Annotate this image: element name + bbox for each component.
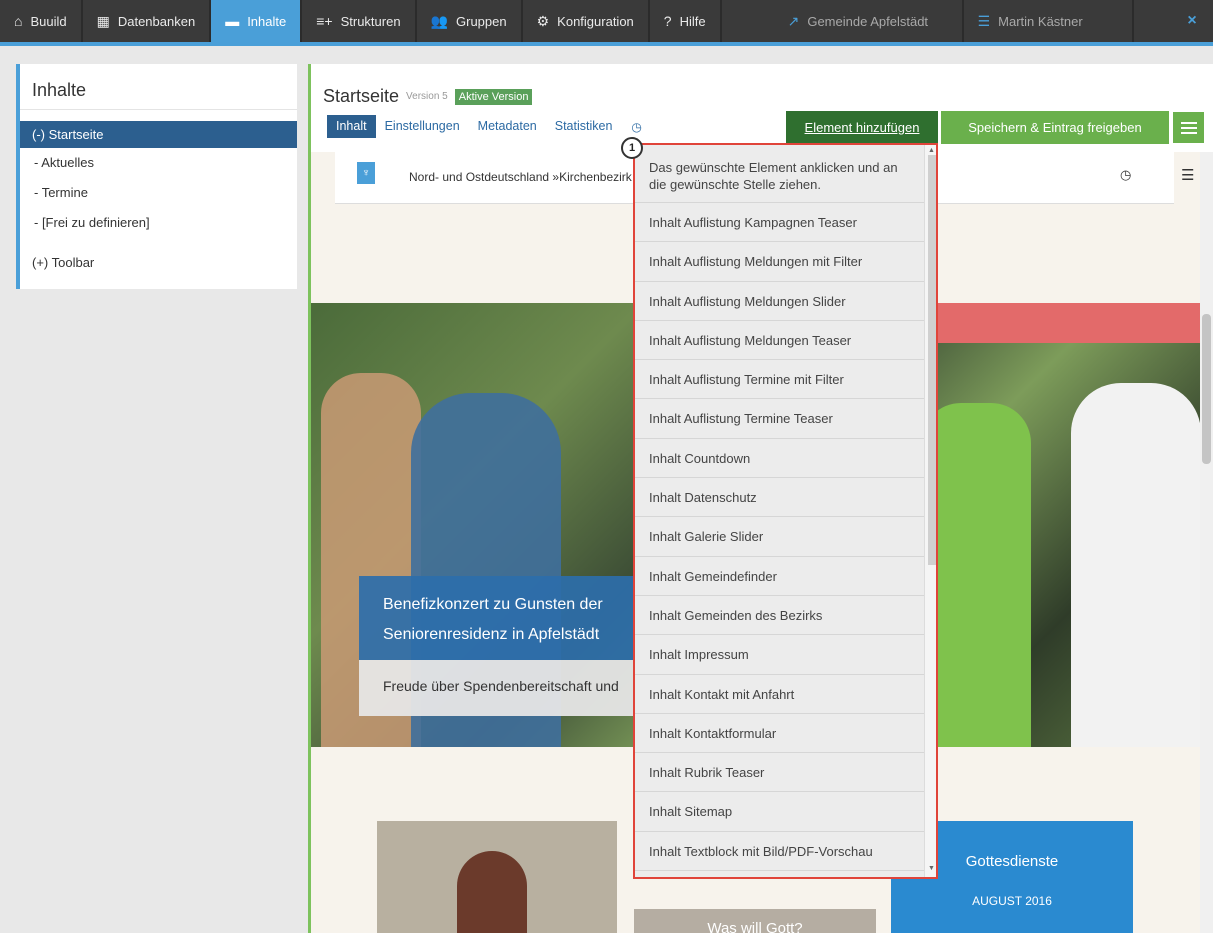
element-option[interactable]: Inhalt Auflistung Termine Teaser xyxy=(635,399,924,439)
nav-community-label: Gemeinde Apfelstädt xyxy=(807,13,929,29)
callout-marker: 1 xyxy=(621,137,643,159)
element-option[interactable]: Inhalt Auflistung Meldungen mit Filter xyxy=(635,242,924,282)
element-list: Das gewünschte Element anklicken und an … xyxy=(635,145,924,877)
element-option[interactable]: Inhalt Datenschutz xyxy=(635,478,924,518)
scroll-thumb[interactable] xyxy=(1202,314,1211,464)
tab-metadaten[interactable]: Metadaten xyxy=(469,115,546,138)
gear-icon: ⚙ xyxy=(536,13,550,29)
save-release-button[interactable]: Speichern & Eintrag freigeben xyxy=(941,111,1169,144)
nav-user-label: Martin Kästner xyxy=(998,13,1083,29)
nav-groups-label: Gruppen xyxy=(456,13,507,29)
users-icon: 👥 xyxy=(430,13,449,29)
nav-accent-stripe xyxy=(0,42,1213,46)
folder-icon: ▬ xyxy=(225,13,240,29)
tab-statistiken[interactable]: Statistiken xyxy=(546,115,622,138)
tab-einstellungen[interactable]: Einstellungen xyxy=(376,115,469,138)
history-icon[interactable]: ◷ xyxy=(621,120,651,134)
dropdown-scrollbar[interactable]: ▲ ▼ xyxy=(924,145,936,877)
element-option[interactable]: Inhalt Impressum xyxy=(635,635,924,675)
hero-tent xyxy=(911,303,1201,343)
page-scrollbar[interactable] xyxy=(1200,152,1213,933)
teaser-card-image[interactable] xyxy=(377,821,617,933)
element-option[interactable]: Inhalt Sitemap xyxy=(635,792,924,832)
nav-contents[interactable]: ▬ Inhalte xyxy=(211,0,303,42)
home-icon: ⌂ xyxy=(14,13,23,29)
structure-icon: ≡+ xyxy=(316,13,333,29)
element-option[interactable]: Inhalt Auflistung Kampagnen Teaser xyxy=(635,203,924,243)
scroll-down-icon[interactable]: ▼ xyxy=(928,865,935,872)
share-icon: ↗ xyxy=(787,13,800,29)
tree-item-frei[interactable]: - [Frei zu definieren] xyxy=(20,208,297,238)
top-navigation: ⌂ Buuild ▦ Datenbanken ▬ Inhalte ≡+ Stru… xyxy=(0,0,1213,42)
teaser-card-gott[interactable]: Was will Gott? xyxy=(634,909,876,933)
element-option[interactable]: Inhalt Auflistung Meldungen Slider xyxy=(635,282,924,321)
editor-tabs: Inhalt Einstellungen Metadaten Statistik… xyxy=(327,115,652,138)
element-option[interactable]: Inhalt Textblock mit Bild/PDF-Vorschau xyxy=(635,832,924,872)
scroll-up-icon[interactable]: ▲ xyxy=(928,147,935,154)
help-icon: ? xyxy=(663,13,672,29)
tree-item-termine[interactable]: - Termine xyxy=(20,178,297,208)
nav-user[interactable]: ☰ Martin Kästner xyxy=(964,0,1134,42)
tree-item-startseite[interactable]: (-) Startseite xyxy=(20,121,297,148)
page-title: Startseite Version 5 Aktive Version xyxy=(323,86,533,107)
hero-figure xyxy=(1071,383,1201,747)
element-option[interactable]: Inhalt Gemeindefinder xyxy=(635,557,924,596)
content-tree-panel: Inhalte (-) Startseite - Aktuelles - Ter… xyxy=(16,64,297,289)
portrait-shape xyxy=(457,851,527,933)
clock-icon[interactable]: ◷ xyxy=(1120,167,1131,183)
site-menu-icon[interactable]: ☰ xyxy=(1181,166,1194,184)
nav-configuration[interactable]: ⚙ Konfiguration xyxy=(523,0,650,42)
picker-hint: Das gewünschte Element anklicken und an … xyxy=(635,145,924,203)
version-label: Version 5 xyxy=(406,91,448,102)
add-element-button[interactable]: Element hinzufügen xyxy=(786,111,938,144)
nav-configuration-label: Konfiguration xyxy=(557,13,634,29)
element-option[interactable]: Inhalt Kontakt mit Anfahrt xyxy=(635,675,924,714)
status-badge: Aktive Version xyxy=(454,88,533,105)
scroll-thumb[interactable] xyxy=(928,155,936,565)
element-option[interactable]: Inhalt Auflistung Termine mit Filter xyxy=(635,360,924,400)
nav-databases-label: Datenbanken xyxy=(117,13,196,29)
nav-structures[interactable]: ≡+ Strukturen xyxy=(302,0,417,42)
nav-databases[interactable]: ▦ Datenbanken xyxy=(83,0,212,42)
element-option[interactable]: Inhalt Gemeinden des Bezirks xyxy=(635,596,924,636)
element-picker-dropdown: Das gewünschte Element anklicken und an … xyxy=(633,143,938,879)
tree-item-aktuelles[interactable]: - Aktuelles xyxy=(20,148,297,178)
nav-community[interactable]: ↗ Gemeinde Apfelstädt xyxy=(774,0,964,42)
hamburger-menu-icon[interactable] xyxy=(1172,111,1205,144)
nav-groups[interactable]: 👥 Gruppen xyxy=(417,0,523,42)
content-tree-title: Inhalte xyxy=(20,64,297,110)
calendar-icon: ▦ xyxy=(96,13,110,29)
page-title-text: Startseite xyxy=(323,86,400,106)
tab-inhalt[interactable]: Inhalt xyxy=(327,115,376,138)
element-option[interactable]: Inhalt Countdown xyxy=(635,439,924,479)
nav-home[interactable]: ⌂ Buuild xyxy=(0,0,83,42)
tree-item-toolbar[interactable]: (+) Toolbar xyxy=(20,248,297,278)
nav-help[interactable]: ? Hilfe xyxy=(650,0,722,42)
menu-icon: ☰ xyxy=(977,13,991,29)
site-logo-icon: ♆ xyxy=(357,162,375,184)
nav-structures-label: Strukturen xyxy=(340,13,401,29)
close-icon[interactable]: × xyxy=(1171,0,1213,42)
nav-contents-label: Inhalte xyxy=(247,13,287,29)
nav-help-label: Hilfe xyxy=(679,13,706,29)
element-option[interactable]: Inhalt Rubrik Teaser xyxy=(635,753,924,793)
nav-home-label: Buuild xyxy=(30,13,67,29)
element-option[interactable]: Inhalt Galerie Slider xyxy=(635,517,924,557)
element-option[interactable]: Inhalt Kontaktformular xyxy=(635,714,924,754)
site-breadcrumb[interactable]: Nord- und Ostdeutschland »Kirchenbezirk … xyxy=(409,170,651,184)
element-option[interactable]: Inhalt Auflistung Meldungen Teaser xyxy=(635,321,924,361)
